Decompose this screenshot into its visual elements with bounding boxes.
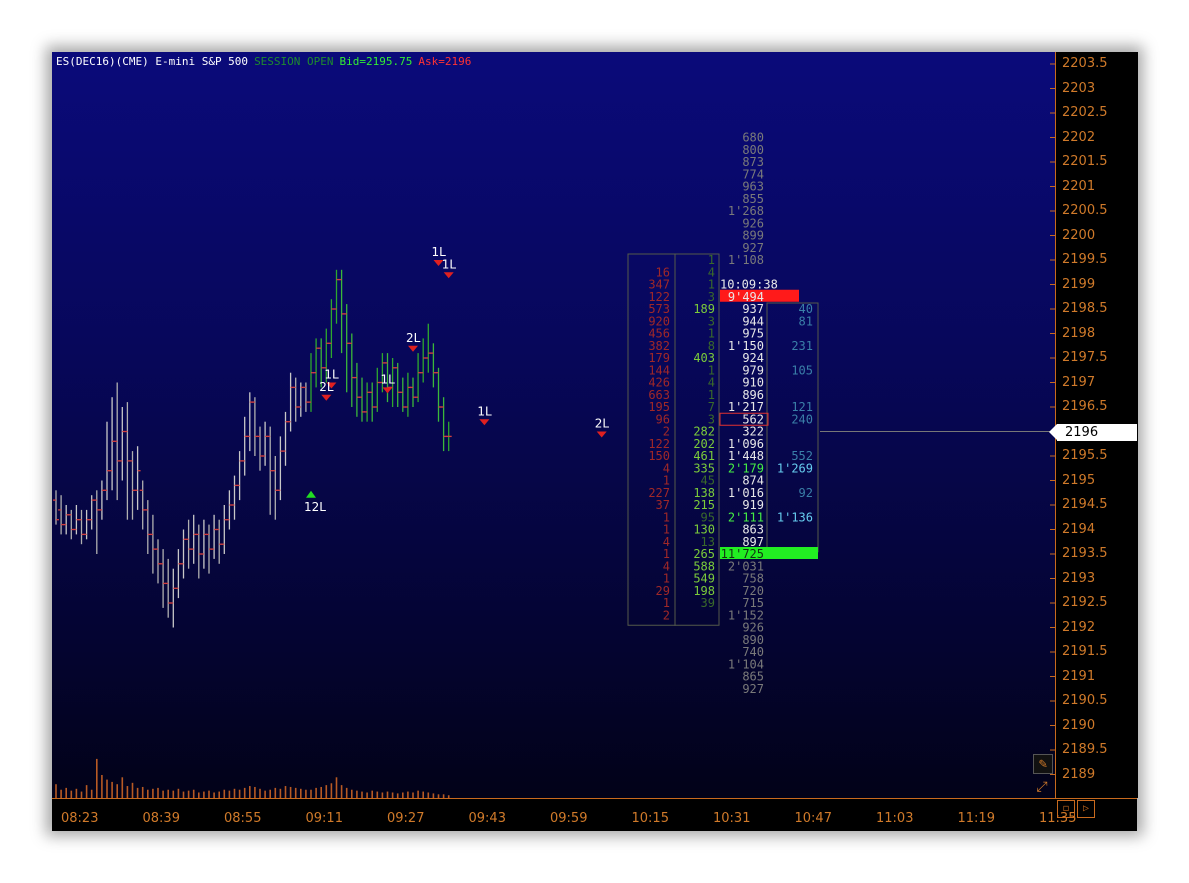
scroll-right-button[interactable]: ▷ bbox=[1077, 800, 1095, 818]
price-tick-label: 2191 bbox=[1062, 668, 1096, 684]
delta-volume-cell: 240 bbox=[791, 412, 813, 426]
price-tick-label: 2198.5 bbox=[1062, 301, 1108, 316]
bid-price: Bid=2195.75 bbox=[339, 55, 413, 68]
chart-header: ES(DEC16)(CME) E-mini S&P 500 SESSION OPE… bbox=[56, 55, 477, 68]
sell-signal-arrow bbox=[382, 387, 393, 394]
time-tick-label: 09:59 bbox=[550, 811, 588, 826]
price-tick-label: 2194.5 bbox=[1062, 497, 1108, 512]
ask-volume-cell: 39 bbox=[701, 596, 715, 610]
price-tick-label: 2202.5 bbox=[1062, 105, 1108, 120]
price-tick-label: 2192.5 bbox=[1062, 595, 1108, 610]
price-tick-label: 2200.5 bbox=[1062, 203, 1108, 218]
current-price-marker: 2196 bbox=[1049, 424, 1137, 441]
price-tick-label: 2199.5 bbox=[1062, 252, 1108, 267]
sell-signal-arrow bbox=[596, 431, 607, 438]
signal-label: 12L bbox=[304, 500, 326, 514]
price-tick-label: 2203 bbox=[1062, 80, 1096, 96]
pencil-icon[interactable]: ✎ bbox=[1033, 754, 1053, 774]
signal-label: 1L bbox=[442, 257, 457, 271]
price-tick-label: 2200 bbox=[1062, 227, 1096, 243]
signal-label: 1L bbox=[381, 372, 396, 386]
price-tick-label: 2198 bbox=[1062, 325, 1096, 341]
delta-volume-cell: 105 bbox=[791, 363, 813, 377]
expand-icon[interactable]: ⤢ bbox=[1033, 778, 1051, 796]
profile-volume-cell: 927 bbox=[742, 682, 764, 696]
price-tick-label: 2193.5 bbox=[1062, 546, 1108, 561]
price-tick-label: 2189.5 bbox=[1062, 742, 1108, 757]
delta-volume-cell: 231 bbox=[791, 339, 813, 353]
time-tick-label: 10:31 bbox=[713, 811, 751, 826]
sell-signal-arrow bbox=[408, 345, 418, 352]
price-tick-label: 2196.5 bbox=[1062, 399, 1108, 414]
time-tick-label: 11:19 bbox=[957, 811, 995, 826]
price-tick-label: 2190 bbox=[1062, 717, 1096, 733]
sell-signal-arrow bbox=[479, 419, 490, 426]
time-tick-label: 08:23 bbox=[61, 811, 99, 826]
chart-overlay: 1L1L2L1L2L1L1L2L12L6808008737749638551'2… bbox=[53, 63, 1055, 798]
signal-label: 1L bbox=[477, 404, 492, 418]
price-tick-label: 2195.5 bbox=[1062, 448, 1108, 463]
time-tick-label: 09:27 bbox=[387, 811, 425, 826]
time-tick-label: 10:15 bbox=[631, 811, 669, 826]
session-status: SESSION OPEN bbox=[254, 55, 334, 68]
ask-price: Ask=2196 bbox=[418, 55, 472, 68]
price-tick-label: 2194 bbox=[1062, 521, 1096, 537]
price-tick-label: 2203.5 bbox=[1062, 56, 1108, 71]
delta-volume-cell: 92 bbox=[799, 486, 813, 500]
price-tick-label: 2201 bbox=[1062, 178, 1096, 194]
price-tick-label: 2195 bbox=[1062, 472, 1096, 488]
symbol-title: ES(DEC16)(CME) E-mini S&P 500 bbox=[56, 55, 249, 68]
price-tick-label: 2190.5 bbox=[1062, 693, 1108, 708]
time-tick-label: 10:47 bbox=[794, 811, 832, 826]
time-tick-label: 09:43 bbox=[468, 811, 506, 826]
delta-volume-cell: 81 bbox=[799, 314, 813, 328]
buy-signal-arrow bbox=[306, 490, 316, 498]
price-tick-label: 2201.5 bbox=[1062, 154, 1108, 169]
signal-label: 2L bbox=[595, 417, 610, 431]
price-tick-label: 2191.5 bbox=[1062, 644, 1108, 659]
signal-label: 2L bbox=[406, 331, 421, 345]
time-tick-label: 08:39 bbox=[142, 811, 180, 826]
delta-volume-cell: 1'136 bbox=[777, 510, 813, 524]
price-tick-label: 2197.5 bbox=[1062, 350, 1108, 365]
time-tick-label: 11:03 bbox=[876, 811, 914, 826]
price-tick-label: 2199 bbox=[1062, 276, 1096, 292]
price-tick-label: 2197 bbox=[1062, 374, 1096, 390]
scroll-left-button[interactable]: ◻ bbox=[1057, 800, 1075, 818]
sell-signal-arrow bbox=[443, 272, 454, 279]
delta-volume-cell: 1'269 bbox=[777, 461, 813, 475]
price-tick-label: 2202 bbox=[1062, 129, 1096, 145]
time-tick-label: 09:11 bbox=[305, 811, 343, 826]
price-tick-label: 2193 bbox=[1062, 570, 1096, 586]
sell-signal-arrow bbox=[321, 394, 332, 401]
bid-volume-cell: 2 bbox=[663, 608, 670, 622]
price-tick-label: 2189 bbox=[1062, 766, 1096, 782]
profile-volume-cell: 1'108 bbox=[728, 253, 764, 267]
time-tick-label: 08:55 bbox=[224, 811, 262, 826]
price-tick-label: 2192 bbox=[1062, 619, 1096, 635]
signal-label: 2L bbox=[319, 380, 334, 394]
